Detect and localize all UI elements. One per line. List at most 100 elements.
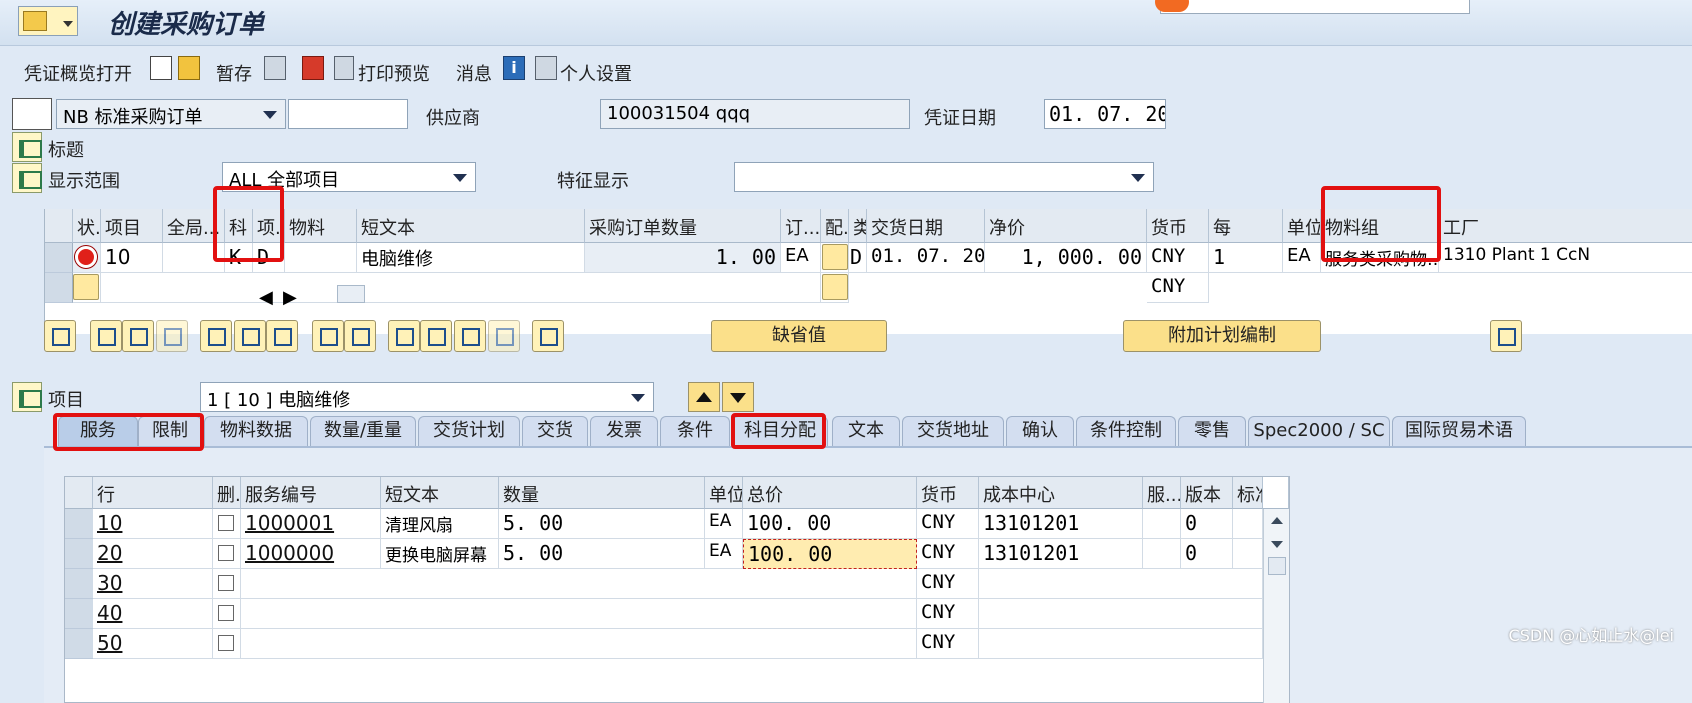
paste-icon[interactable] — [344, 320, 376, 352]
col-header-status[interactable]: 状. — [73, 209, 101, 243]
item-number-cell[interactable]: 10 — [101, 243, 163, 273]
col-header-item-cat[interactable]: 项. — [253, 209, 285, 243]
sort-icon[interactable] — [388, 320, 420, 352]
unit-cell[interactable]: EA — [1283, 243, 1321, 273]
col-header-acct-assign[interactable]: 科 — [225, 209, 253, 243]
svc-col-short-text[interactable]: 短文本 — [381, 477, 499, 509]
header-expand-button[interactable] — [12, 132, 42, 162]
svc-line-link[interactable]: 40 — [97, 601, 122, 625]
svc-no-link[interactable]: 1000001 — [245, 511, 334, 535]
order-number-input[interactable] — [288, 99, 408, 129]
system-menu-button[interactable] — [18, 6, 78, 36]
svc-unit-cell[interactable]: EA — [705, 509, 743, 539]
new-document-icon[interactable] — [150, 56, 172, 80]
svc-col-gross-price[interactable]: 总价 — [743, 477, 917, 509]
currency-cell[interactable]: CNY — [1147, 243, 1209, 273]
scroll-right-icon[interactable]: ▶ — [283, 287, 297, 308]
lock-icon[interactable] — [234, 320, 266, 352]
scroll-left-icon[interactable]: ◀ — [259, 287, 273, 308]
svc-currency-cell[interactable]: CNY — [917, 539, 979, 569]
svc-col-cost-center[interactable]: 成本中心 — [979, 477, 1143, 509]
svc-standard-cell[interactable] — [1233, 509, 1263, 539]
svc-col-service-no[interactable]: 服务编号 — [241, 477, 381, 509]
tab-delivery-address[interactable]: 交货地址 — [902, 416, 1004, 446]
tab-quantities-weights[interactable]: 数量/重量 — [310, 416, 416, 446]
next-item-button[interactable] — [722, 382, 754, 412]
svc-currency-cell[interactable]: CNY — [917, 629, 979, 659]
tab-retail[interactable]: 零售 — [1178, 416, 1246, 446]
scroll-thumb[interactable] — [337, 285, 365, 303]
config-button[interactable] — [822, 274, 848, 300]
svc-col-version[interactable]: 版本 — [1181, 477, 1233, 509]
filter-remove-icon[interactable] — [488, 320, 520, 352]
cart-icon[interactable] — [12, 98, 52, 130]
table-settings-icon[interactable] — [1263, 477, 1289, 509]
extra-planning-button[interactable]: 附加计划编制 — [1123, 320, 1321, 352]
tab-conditions[interactable]: 条件 — [660, 416, 730, 446]
global-cell[interactable] — [163, 243, 225, 273]
item-detail-collapse-button[interactable] — [12, 382, 42, 412]
svc-line-link[interactable]: 30 — [97, 571, 122, 595]
status-cell[interactable] — [73, 243, 101, 273]
col-header-type[interactable]: 类 — [849, 209, 867, 243]
row-selector[interactable] — [45, 243, 73, 273]
tab-services[interactable]: 服务 — [58, 416, 138, 446]
personal-settings-icon[interactable] — [535, 56, 557, 80]
row-selector[interactable] — [65, 539, 93, 569]
svc-text-cell[interactable]: 清理风扇 — [381, 509, 499, 539]
svc-empty-cells[interactable] — [241, 629, 917, 659]
currency-cell[interactable]: CNY — [1147, 273, 1209, 303]
svc-col-delete[interactable]: 删. — [213, 477, 241, 509]
row-selector[interactable] — [65, 599, 93, 629]
acct-assign-cell[interactable]: K — [225, 243, 253, 273]
row-selector[interactable] — [65, 509, 93, 539]
defaults-button[interactable]: 缺省值 — [711, 320, 887, 352]
feature-select[interactable] — [734, 162, 1154, 192]
tab-spec2000[interactable]: Spec2000 / SC — [1248, 416, 1390, 446]
config-cell[interactable] — [821, 273, 849, 303]
system-toolbar[interactable] — [1155, 0, 1470, 14]
svc-currency-cell[interactable]: CNY — [917, 569, 979, 599]
copy-icon[interactable] — [312, 320, 344, 352]
unlock-icon[interactable] — [266, 320, 298, 352]
svc-col-currency[interactable]: 货币 — [917, 477, 979, 509]
config-button[interactable] — [822, 244, 848, 270]
filter-icon[interactable] — [420, 320, 452, 352]
config-cell[interactable] — [821, 243, 849, 273]
col-header-global[interactable]: 全局... — [163, 209, 225, 243]
delete-checkbox[interactable] — [218, 545, 234, 561]
po-qty-cell[interactable]: 1. 00 — [585, 243, 781, 273]
item-cat-cell[interactable]: D — [253, 243, 285, 273]
row-selector[interactable] — [45, 273, 73, 303]
material-cell[interactable] — [285, 243, 357, 273]
hold-button[interactable]: 暂存 — [216, 60, 252, 86]
previous-item-button[interactable] — [688, 382, 720, 412]
svc-empty-cells[interactable] — [241, 599, 917, 629]
col-header-config[interactable]: 配. — [821, 209, 849, 243]
col-header-unit[interactable]: 单位 — [1283, 209, 1321, 243]
svc-type-cell[interactable] — [1143, 539, 1181, 569]
svc-standard-cell[interactable] — [1233, 539, 1263, 569]
other-document-icon[interactable] — [178, 56, 200, 80]
delete-icon[interactable] — [200, 320, 232, 352]
item-overview-collapse-button[interactable] — [12, 163, 42, 193]
display-scope-select[interactable]: ALL 全部项目 — [222, 162, 476, 192]
status-button[interactable] — [73, 274, 99, 300]
col-header-short-text[interactable]: 短文本 — [357, 209, 585, 243]
print-preview-button[interactable]: 打印预览 — [358, 60, 430, 86]
col-header-material[interactable]: 物料 — [285, 209, 357, 243]
item-select[interactable]: 1 [ 10 ] 电脑维修 — [200, 382, 654, 412]
svc-gross-cell[interactable]: 100. 00 — [743, 539, 917, 569]
svc-col-service-type[interactable]: 服... — [1143, 477, 1181, 509]
net-price-cell[interactable]: 1, 000. 00 — [985, 243, 1147, 273]
scroll-up-icon[interactable] — [1271, 517, 1283, 524]
row-selector[interactable] — [65, 629, 93, 659]
svc-gross-cell[interactable]: 100. 00 — [743, 509, 917, 539]
svc-empty-cells[interactable] — [979, 599, 1263, 629]
svc-empty-cells[interactable] — [979, 569, 1263, 599]
svc-cost-center-cell[interactable]: 13101201 — [979, 509, 1143, 539]
type-cell[interactable]: D — [849, 243, 867, 273]
delete-checkbox[interactable] — [218, 515, 234, 531]
order-unit-cell[interactable]: EA — [781, 243, 821, 273]
tab-material-data[interactable]: 物料数据 — [204, 416, 308, 446]
